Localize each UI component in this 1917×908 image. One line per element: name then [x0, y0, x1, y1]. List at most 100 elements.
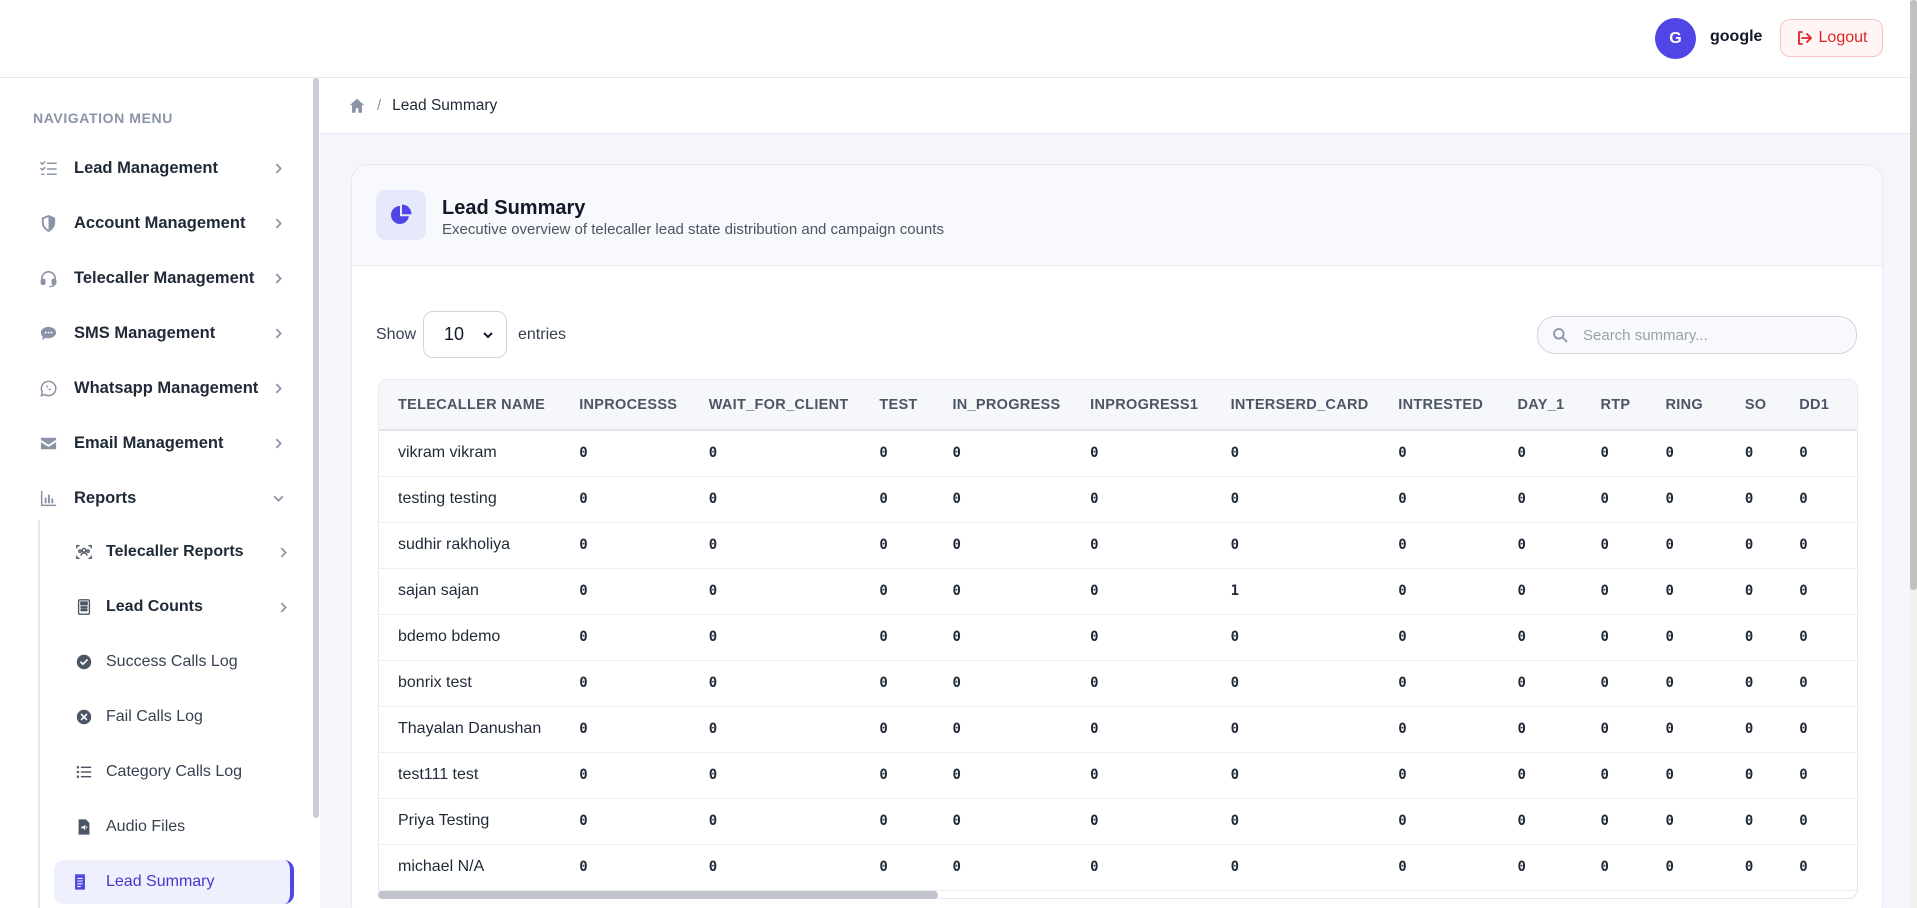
- column-header-day-1[interactable]: DAY_1: [1498, 380, 1582, 431]
- table-row[interactable]: bdemo bdemo 0 0 0 0 0 0 0 0 0 0 0 0: [379, 614, 1857, 661]
- table-row[interactable]: sajan sajan 0 0 0 0 0 1 0 0 0 0 0 0: [379, 568, 1857, 615]
- sidebar-item-reports[interactable]: Reports: [28, 476, 288, 520]
- sidebar-item-telecaller-management[interactable]: Telecaller Management: [28, 256, 288, 300]
- table-row[interactable]: test111 test 0 0 0 0 0 0 0 0 0 0 0 0: [379, 752, 1857, 799]
- sidebar-item-fail-calls-log[interactable]: Fail Calls Log: [62, 695, 294, 739]
- count-cell: 0: [933, 522, 1072, 569]
- users-scan-icon: [62, 543, 106, 561]
- count-cell: 0: [689, 476, 861, 523]
- column-header-ring[interactable]: RING: [1646, 380, 1726, 431]
- sidebar-item-lead-counts[interactable]: Lead Counts: [62, 585, 294, 629]
- count-cell: 0: [1071, 568, 1212, 615]
- table-row[interactable]: bonrix test 0 0 0 0 0 0 0 0 0 0 0 0: [379, 660, 1857, 707]
- count-cell: 0: [1780, 568, 1857, 615]
- column-header-test[interactable]: TEST: [860, 380, 934, 431]
- count-cell: 0: [560, 660, 690, 707]
- column-header-interserd-card[interactable]: INTERSERD_CARD: [1211, 380, 1380, 431]
- table-row[interactable]: Thayalan Danushan 0 0 0 0 0 0 0 0 0 0 0 0: [379, 706, 1857, 753]
- column-header-intrested[interactable]: INTRESTED: [1379, 380, 1499, 431]
- logout-button[interactable]: Logout: [1780, 19, 1883, 57]
- sidebar-item-sms-management[interactable]: SMS Management: [28, 311, 288, 355]
- summary-table-wrapper[interactable]: TELECALLER NAME INPROCESSS WAIT_FOR_CLIE…: [378, 379, 1858, 899]
- sidebar-item-lead-management[interactable]: Lead Management: [28, 146, 288, 190]
- table-scrollbar-thumb[interactable]: [378, 891, 938, 899]
- sidebar-item-audio-files[interactable]: Audio Files: [62, 805, 294, 849]
- chevron-down-icon: [483, 331, 493, 338]
- count-cell: 0: [1498, 798, 1582, 845]
- count-cell: 0: [1379, 706, 1499, 753]
- table-row[interactable]: vikram vikram 0 0 0 0 0 0 0 0 0 0 0 0: [379, 430, 1857, 477]
- summary-table: TELECALLER NAME INPROCESSS WAIT_FOR_CLIE…: [379, 380, 1857, 891]
- sidebar-item-label: Telecaller Reports: [106, 543, 244, 560]
- entries-select-value: 10: [444, 324, 465, 344]
- column-header-rtp[interactable]: RTP: [1581, 380, 1647, 431]
- count-cell: 0: [1581, 798, 1647, 845]
- sidebar-item-category-calls-log[interactable]: Category Calls Log: [62, 750, 294, 794]
- bar-chart-icon: [28, 489, 68, 508]
- entries-select[interactable]: 10: [423, 311, 507, 358]
- count-cell: 0: [1071, 798, 1212, 845]
- chat-bubble-icon: [28, 324, 68, 343]
- count-cell: 0: [860, 522, 934, 569]
- count-cell: 0: [1498, 844, 1582, 891]
- sidebar-scrollbar[interactable]: [313, 78, 319, 818]
- sidebar-item-lead-summary[interactable]: Lead Summary: [54, 860, 294, 904]
- sidebar-item-success-calls-log[interactable]: Success Calls Log: [62, 640, 294, 684]
- telecaller-name-cell: test111 test: [379, 752, 561, 799]
- check-circle-icon: [62, 653, 106, 671]
- column-header-in-progress[interactable]: IN_PROGRESS: [933, 380, 1072, 431]
- column-header-inprogress1[interactable]: INPROGRESS1: [1071, 380, 1212, 431]
- count-cell: 0: [1646, 430, 1726, 477]
- sidebar-item-label: Reports: [74, 488, 137, 507]
- list-icon: [62, 763, 106, 781]
- table-row[interactable]: testing testing 0 0 0 0 0 0 0 0 0 0 0 0: [379, 476, 1857, 523]
- sidebar-item-label: Lead Management: [74, 158, 218, 177]
- telecaller-name-cell: bdemo bdemo: [379, 614, 561, 661]
- count-cell: 0: [1379, 430, 1499, 477]
- count-cell: 0: [1498, 752, 1582, 799]
- count-cell: 0: [933, 798, 1072, 845]
- count-cell: 0: [860, 430, 934, 477]
- column-header-dd1[interactable]: DD1: [1780, 380, 1857, 431]
- count-cell: 0: [860, 660, 934, 707]
- home-icon[interactable]: [348, 97, 366, 115]
- count-cell: 0: [1725, 706, 1781, 753]
- page-scrollbar-thumb[interactable]: [1910, 0, 1917, 590]
- envelope-icon: [28, 434, 68, 453]
- count-cell: 0: [1071, 614, 1212, 661]
- telecaller-name-cell: Thayalan Danushan: [379, 706, 561, 753]
- page-scrollbar[interactable]: [1910, 0, 1917, 908]
- column-header-telecaller-name[interactable]: TELECALLER NAME: [379, 380, 561, 431]
- sidebar-item-label: Lead Summary: [106, 873, 215, 890]
- sidebar-item-account-management[interactable]: Account Management: [28, 201, 288, 245]
- count-cell: 0: [1581, 430, 1647, 477]
- column-header-inprocesss[interactable]: INPROCESSS: [560, 380, 690, 431]
- count-cell: 0: [1780, 660, 1857, 707]
- count-cell: 0: [1646, 568, 1726, 615]
- count-cell: 0: [1379, 660, 1499, 707]
- sidebar-item-label: Email Management: [74, 433, 224, 452]
- search-input[interactable]: [1583, 326, 1843, 344]
- column-header-wait-for-client[interactable]: WAIT_FOR_CLIENT: [689, 380, 861, 431]
- count-cell: 0: [1379, 752, 1499, 799]
- search-box[interactable]: [1537, 316, 1857, 354]
- count-cell: 0: [1646, 844, 1726, 891]
- table-row[interactable]: sudhir rakholiya 0 0 0 0 0 0 0 0 0 0 0 0: [379, 522, 1857, 569]
- column-header-so[interactable]: SO: [1725, 380, 1781, 431]
- count-cell: 0: [860, 844, 934, 891]
- sidebar-item-email-management[interactable]: Email Management: [28, 421, 288, 465]
- table-row[interactable]: Priya Testing 0 0 0 0 0 0 0 0 0 0 0 0: [379, 798, 1857, 845]
- table-horizontal-scrollbar[interactable]: [378, 890, 1858, 900]
- count-cell: 0: [1379, 522, 1499, 569]
- count-cell: 0: [933, 660, 1072, 707]
- count-cell: 0: [1071, 522, 1212, 569]
- table-row[interactable]: michael N/A 0 0 0 0 0 0 0 0 0 0 0 0: [379, 844, 1857, 891]
- sidebar-item-label: Lead Counts: [106, 598, 203, 615]
- sidebar-item-telecaller-reports[interactable]: Telecaller Reports: [62, 530, 294, 574]
- count-cell: 0: [1646, 752, 1726, 799]
- count-cell: 0: [1379, 614, 1499, 661]
- logout-label: Logout: [1818, 29, 1868, 46]
- count-cell: 0: [1725, 522, 1781, 569]
- sidebar-item-whatsapp-management[interactable]: Whatsapp Management: [28, 366, 288, 410]
- avatar[interactable]: G: [1655, 18, 1696, 59]
